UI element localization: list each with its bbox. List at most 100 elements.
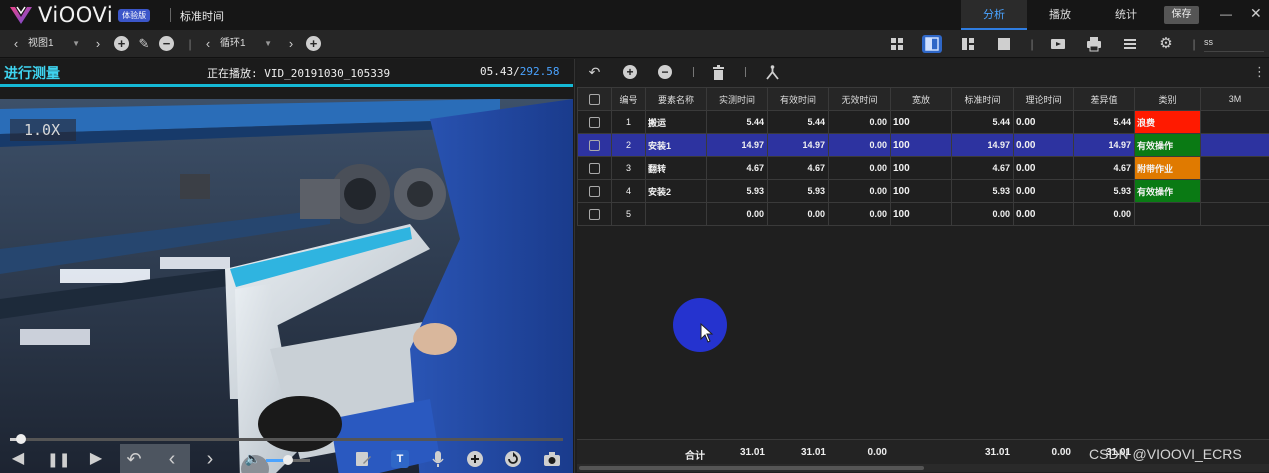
row-theory-time[interactable]: 0.00 (1013, 202, 1074, 226)
row-invalid-time[interactable]: 0.00 (828, 156, 891, 180)
layout-single-icon[interactable] (994, 35, 1014, 53)
row-3m[interactable] (1200, 110, 1269, 134)
add-loop-button[interactable]: + (306, 36, 321, 51)
row-standard-time[interactable]: 5.44 (951, 110, 1014, 134)
row-3m[interactable] (1200, 156, 1269, 180)
row-allowance[interactable]: 100 (890, 179, 952, 203)
row-element-name[interactable] (645, 202, 707, 226)
row-number[interactable]: 4 (611, 179, 646, 203)
table-row[interactable]: 2 安装1 14.97 14.97 0.00 100 14.97 0.00 14.97 有效操作 (577, 133, 1269, 157)
row-effective-time[interactable]: 0.00 (767, 202, 829, 226)
refresh-icon[interactable] (504, 450, 522, 468)
row-theory-time[interactable]: 0.00 (1013, 110, 1074, 134)
row-difference[interactable]: 5.93 (1073, 179, 1135, 203)
header-effective-time[interactable]: 有效时间 (767, 87, 829, 111)
volume-slider[interactable] (266, 455, 310, 465)
step-back-icon[interactable]: ‹ (162, 449, 182, 469)
chevron-left-icon[interactable]: ‹ (8, 36, 24, 52)
camera-icon[interactable] (543, 450, 561, 468)
loop-next-icon[interactable]: › (283, 36, 299, 52)
row-number[interactable]: 5 (611, 202, 646, 226)
row-invalid-time[interactable]: 0.00 (828, 110, 891, 134)
row-category[interactable]: 有效操作 (1134, 179, 1201, 203)
video-import-icon[interactable] (1048, 35, 1068, 53)
row-measured-time[interactable]: 5.44 (706, 110, 768, 134)
row-element-name[interactable]: 搬运 (645, 110, 707, 134)
microphone-icon[interactable] (429, 450, 447, 468)
row-effective-time[interactable]: 14.97 (767, 133, 829, 157)
header-element-name[interactable]: 要素名称 (645, 87, 707, 111)
gear-icon[interactable]: ⚙ (1158, 36, 1174, 52)
view-select[interactable]: 视图1 ▼ (28, 35, 82, 53)
list-menu-icon[interactable] (1120, 35, 1140, 53)
step-forward-icon[interactable]: › (200, 449, 220, 469)
horizontal-scrollbar[interactable] (577, 464, 1269, 472)
select-all-checkbox[interactable] (589, 93, 600, 105)
play-icon[interactable]: ▶ (86, 449, 106, 469)
layout-split-icon[interactable] (922, 35, 942, 53)
row-standard-time[interactable]: 5.93 (951, 179, 1014, 203)
row-number[interactable]: 3 (611, 156, 646, 180)
volume-mute-icon[interactable]: 🔈 (243, 449, 263, 469)
header-difference[interactable]: 差异值 (1073, 87, 1135, 111)
row-difference[interactable]: 5.44 (1073, 110, 1135, 134)
row-checkbox[interactable] (589, 162, 600, 174)
row-checkbox-cell[interactable] (577, 202, 612, 226)
row-effective-time[interactable]: 5.93 (767, 179, 829, 203)
row-number[interactable]: 1 (611, 110, 646, 134)
header-invalid-time[interactable]: 无效时间 (828, 87, 891, 111)
undo-icon[interactable]: ↶ (587, 65, 602, 80)
row-standard-time[interactable]: 0.00 (951, 202, 1014, 226)
row-standard-time[interactable]: 4.67 (951, 156, 1014, 180)
undo-icon[interactable]: ↶ (124, 449, 144, 469)
minimize-icon[interactable]: — (1220, 7, 1232, 21)
tab-statistics[interactable]: 统计 (1093, 0, 1159, 30)
header-measured-time[interactable]: 实测时间 (706, 87, 768, 111)
header-select-all[interactable] (577, 87, 612, 111)
layout-three-icon[interactable] (958, 35, 978, 53)
row-allowance[interactable]: 100 (890, 133, 952, 157)
row-difference[interactable]: 4.67 (1073, 156, 1135, 180)
loop-prev-icon[interactable]: ‹ (200, 36, 216, 52)
header-3m[interactable]: 3M (1200, 87, 1269, 111)
row-allowance[interactable]: 100 (890, 110, 952, 134)
layout-grid-icon[interactable] (887, 35, 907, 53)
add-row-button[interactable]: + (623, 65, 637, 79)
tab-analysis[interactable]: 分析 (961, 0, 1027, 30)
row-effective-time[interactable]: 5.44 (767, 110, 829, 134)
row-checkbox[interactable] (589, 116, 600, 128)
row-invalid-time[interactable]: 0.00 (828, 202, 891, 226)
row-checkbox[interactable] (589, 208, 600, 220)
header-theory-time[interactable]: 理论时间 (1013, 87, 1074, 111)
row-checkbox[interactable] (589, 139, 600, 151)
trash-icon[interactable] (711, 65, 726, 80)
volume-knob[interactable] (283, 455, 293, 465)
video-progress-bar[interactable] (10, 434, 563, 444)
video-frame[interactable]: 1.0X (0, 99, 573, 473)
row-element-name[interactable]: 翻转 (645, 156, 707, 180)
row-measured-time[interactable]: 14.97 (706, 133, 768, 157)
row-element-name[interactable]: 安装1 (645, 133, 707, 157)
row-category[interactable] (1134, 202, 1201, 226)
row-measured-time[interactable]: 0.00 (706, 202, 768, 226)
row-checkbox[interactable] (589, 185, 600, 197)
header-no[interactable]: 编号 (611, 87, 646, 111)
row-checkbox-cell[interactable] (577, 110, 612, 134)
chevron-right-icon[interactable]: › (90, 36, 106, 52)
row-number[interactable]: 2 (611, 133, 646, 157)
table-row[interactable]: 1 搬运 5.44 5.44 0.00 100 5.44 0.00 5.44 浪费 (577, 110, 1269, 134)
remove-view-button[interactable]: − (159, 36, 174, 51)
print-icon[interactable] (1084, 35, 1104, 53)
row-category[interactable]: 附带作业 (1134, 156, 1201, 180)
row-3m[interactable] (1200, 133, 1269, 157)
row-theory-time[interactable]: 0.00 (1013, 179, 1074, 203)
row-category[interactable]: 浪费 (1134, 110, 1201, 134)
edit-pencil-icon[interactable]: ✎ (136, 36, 152, 52)
row-measured-time[interactable]: 5.93 (706, 179, 768, 203)
header-category[interactable]: 类别 (1134, 87, 1201, 111)
row-checkbox-cell[interactable] (577, 133, 612, 157)
row-allowance[interactable]: 100 (890, 156, 952, 180)
ss-select[interactable]: ss (1204, 37, 1264, 52)
merge-icon[interactable] (765, 65, 780, 80)
header-allowance[interactable]: 宽放 (890, 87, 952, 111)
